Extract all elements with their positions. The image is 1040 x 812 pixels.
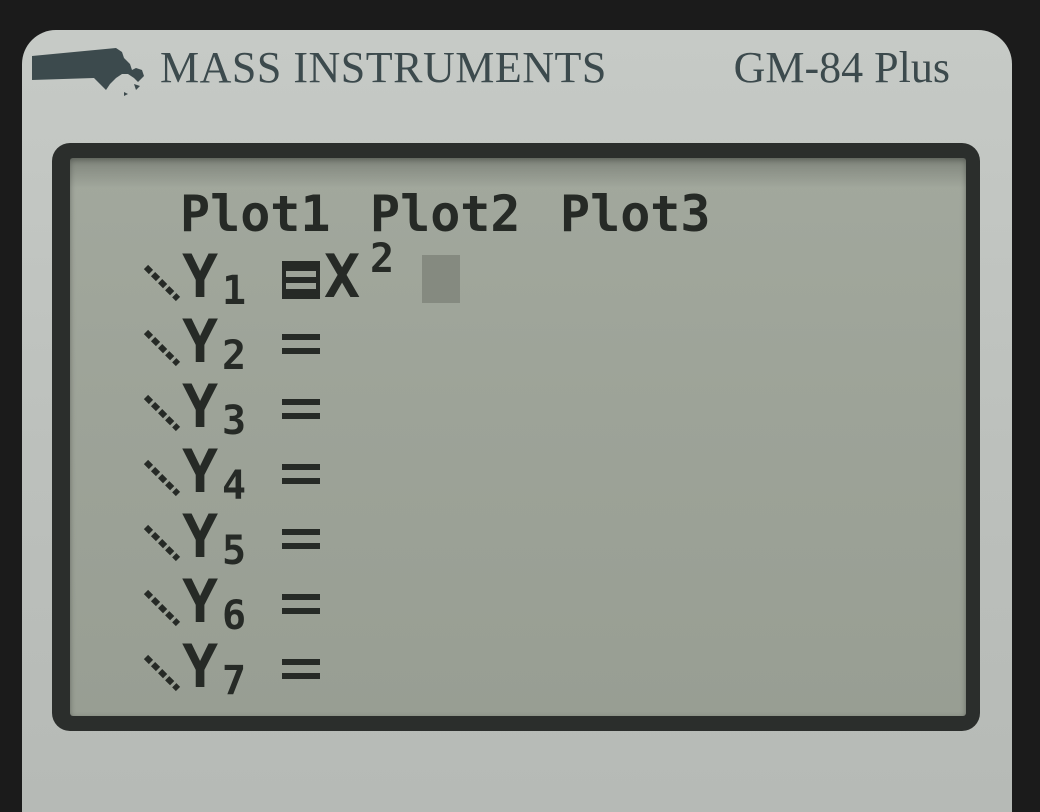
equals-sign[interactable] xyxy=(282,525,320,555)
equals-sign[interactable] xyxy=(282,590,320,620)
line-style-icon[interactable] xyxy=(142,653,182,693)
y-var-subscript: 4 xyxy=(222,463,247,509)
equals-sign[interactable] xyxy=(282,330,320,360)
line-style-icon[interactable] xyxy=(142,393,182,433)
y-row-3[interactable]: Y 3 xyxy=(70,373,966,443)
y1-exponent: 2 xyxy=(370,236,395,282)
y-var-name: Y xyxy=(182,632,219,702)
selected-equals-sign[interactable] xyxy=(282,261,320,299)
y-var-subscript: 1 xyxy=(222,268,247,314)
y-var-name: Y xyxy=(182,567,219,637)
brand-name: MASS INSTRUMENTS xyxy=(160,43,607,92)
y-var-subscript: 5 xyxy=(222,528,247,574)
y-var-subscript: 2 xyxy=(222,333,247,379)
line-style-icon[interactable] xyxy=(142,263,182,303)
brand-header: MASS INSTRUMENTS GM-84 Plus xyxy=(30,40,950,100)
y-var-name: Y xyxy=(182,437,219,507)
equals-sign[interactable] xyxy=(282,460,320,490)
y-row-4[interactable]: Y 4 xyxy=(70,438,966,508)
plot1-toggle[interactable]: Plot1 xyxy=(180,185,331,243)
equals-sign[interactable] xyxy=(282,655,320,685)
line-style-icon[interactable] xyxy=(142,328,182,368)
y-var-name: Y xyxy=(182,502,219,572)
y-row-7[interactable]: Y 7 xyxy=(70,633,966,703)
plot-row: Plot1 Plot2 Plot3 xyxy=(70,158,966,243)
y-var-subscript: 6 xyxy=(222,593,247,639)
line-style-icon[interactable] xyxy=(142,523,182,563)
y-row-1[interactable]: Y 1 X 2 xyxy=(70,239,966,314)
blinking-cursor-block xyxy=(422,255,460,303)
plot3-toggle[interactable]: Plot3 xyxy=(560,185,711,243)
plot2-toggle[interactable]: Plot2 xyxy=(370,185,521,243)
y-row-2[interactable]: Y 2 xyxy=(70,308,966,378)
y-var-name: Y xyxy=(182,307,219,377)
y-row-6[interactable]: Y 6 xyxy=(70,568,966,638)
line-style-icon[interactable] xyxy=(142,588,182,628)
massachusetts-map-icon xyxy=(32,48,144,96)
equals-sign[interactable] xyxy=(282,395,320,425)
lcd-screen: Plot1 Plot2 Plot3 Y 1 X 2 Y 2 Y 3 Y 4 Y … xyxy=(70,158,966,716)
y-var-subscript: 7 xyxy=(222,658,247,704)
y-var-subscript: 3 xyxy=(222,398,247,444)
y-row-5[interactable]: Y 5 xyxy=(70,503,966,573)
y-var-name: Y xyxy=(182,242,219,312)
y1-expression[interactable]: X xyxy=(324,247,360,307)
y-var-name: Y xyxy=(182,372,219,442)
line-style-icon[interactable] xyxy=(142,458,182,498)
model-name: GM-84 Plus xyxy=(733,43,950,92)
